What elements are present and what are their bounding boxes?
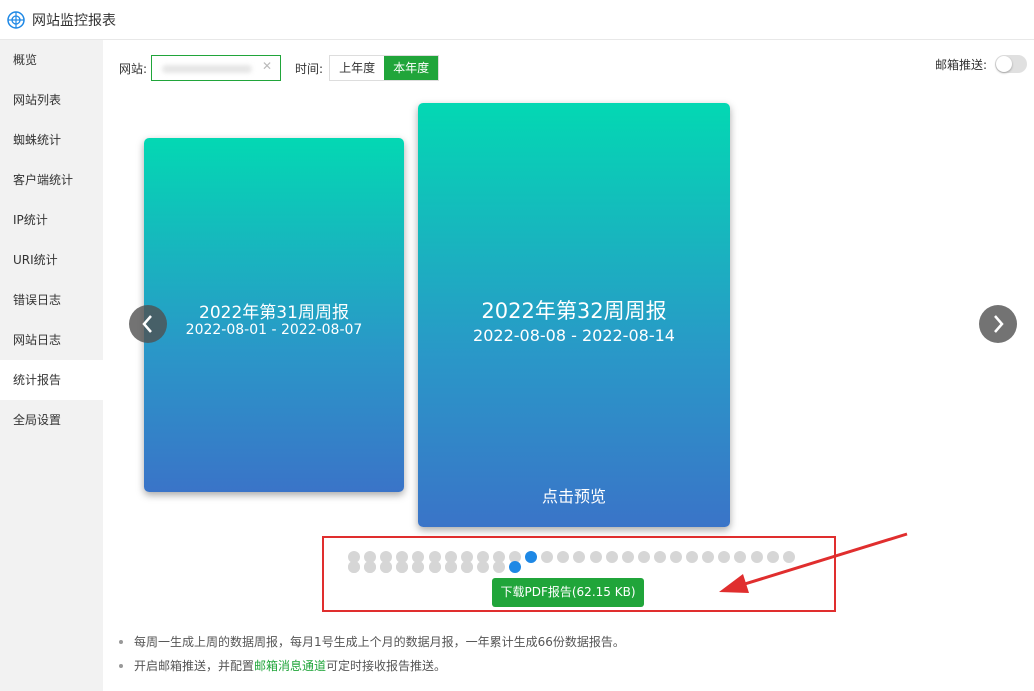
sidebar-item-site-log[interactable]: 网站日志 [0, 320, 103, 360]
sidebar: 概览 网站列表 蜘蛛统计 客户端统计 IP统计 URI统计 错误日志 网站日志 … [0, 40, 103, 691]
sidebar-item-error-log[interactable]: 错误日志 [0, 280, 103, 320]
note-item: 开启邮箱推送，并配置邮箱消息通道可定时接收报告推送。 [119, 654, 625, 678]
prev-arrow-button[interactable] [129, 305, 167, 343]
site-label: 网站: [119, 61, 148, 76]
sidebar-item-uri-stats[interactable]: URI统计 [0, 240, 103, 280]
prev-report-range: 2022-08-01 - 2022-08-07 [185, 322, 363, 338]
pagination-dot[interactable] [428, 561, 441, 573]
pagination-dot[interactable] [653, 551, 666, 563]
note-text: 开启邮箱推送，并配置 [134, 659, 255, 673]
pagination-dot[interactable] [460, 561, 473, 573]
pagination-dot[interactable] [492, 561, 505, 573]
sidebar-item-stats-report[interactable]: 统计报告 [0, 360, 103, 400]
time-label: 时间: [295, 61, 324, 76]
title-bar: 网站监控报表 [0, 0, 1034, 40]
app-title: 网站监控报表 [32, 12, 116, 29]
pagination-dot[interactable] [670, 551, 682, 563]
this-year-option[interactable]: 本年度 [384, 56, 439, 80]
mail-channel-link[interactable]: 邮箱消息通道 [254, 659, 326, 673]
pagination-dot[interactable] [686, 551, 699, 563]
pagination-dot[interactable] [348, 561, 360, 573]
note-text: 可定时接收报告推送。 [326, 659, 447, 673]
sidebar-item-overview[interactable]: 概览 [0, 40, 103, 80]
current-report-range: 2022-08-08 - 2022-08-14 [473, 326, 675, 345]
note-item: 每周一生成上周的数据周报，每月1号生成上个月的数据月报，一年累计生成66份数据报… [119, 630, 625, 654]
next-arrow-button[interactable] [979, 305, 1017, 343]
pagination-dot[interactable] [509, 561, 521, 573]
current-report-card[interactable]: 2022年第32周周报 2022-08-08 - 2022-08-14 点击预览 [418, 103, 730, 527]
notes-list: 每周一生成上周的数据周报，每月1号生成上个月的数据月报，一年累计生成66份数据报… [119, 630, 625, 678]
prev-report-card[interactable]: 2022年第31周周报 2022-08-01 - 2022-08-07 [144, 138, 404, 492]
blurred-site-value [162, 65, 253, 73]
preview-label[interactable]: 点击预览 [418, 483, 730, 507]
sidebar-item-spider-stats[interactable]: 蜘蛛统计 [0, 120, 103, 160]
app-logo-icon [7, 10, 25, 29]
download-pdf-button[interactable]: 下载PDF报告(62.15 KB) [492, 578, 644, 607]
main-content: 网站: ✕ 时间: 上年度 本年度 邮箱推送: 2022年第31周周报 2022… [103, 40, 1034, 691]
pagination-dot[interactable] [637, 551, 650, 563]
switch-knob [996, 56, 1012, 72]
mail-push-label: 邮箱推送: [934, 57, 987, 72]
time-range-toggle: 上年度 本年度 [329, 55, 440, 81]
current-report-title: 2022年第32周周报 [481, 299, 667, 323]
filter-toolbar: 网站: ✕ 时间: 上年度 本年度 [119, 55, 440, 81]
site-select[interactable]: ✕ [151, 55, 282, 81]
sidebar-item-ip-stats[interactable]: IP统计 [0, 200, 103, 240]
pagination-dot[interactable] [621, 551, 634, 563]
pagination-dot[interactable] [364, 561, 377, 573]
clear-icon[interactable]: ✕ [262, 59, 272, 73]
pagination-dot[interactable] [605, 551, 618, 563]
last-year-option[interactable]: 上年度 [330, 56, 384, 80]
pagination-dot[interactable] [476, 561, 489, 573]
pagination-dot[interactable] [444, 561, 457, 573]
mail-push-control: 邮箱推送: [935, 55, 1027, 73]
chevron-right-icon [994, 315, 1004, 333]
sidebar-item-client-stats[interactable]: 客户端统计 [0, 160, 103, 200]
pagination-dot[interactable] [589, 551, 602, 563]
pagination-dot[interactable] [525, 551, 538, 563]
mail-push-switch[interactable] [995, 55, 1027, 73]
annotation-arrow [719, 532, 908, 593]
sidebar-item-global-settings[interactable]: 全局设置 [0, 400, 103, 440]
chevron-left-icon [142, 315, 152, 333]
sidebar-item-site-list[interactable]: 网站列表 [0, 80, 103, 120]
prev-report-title: 2022年第31周周报 [199, 303, 349, 323]
